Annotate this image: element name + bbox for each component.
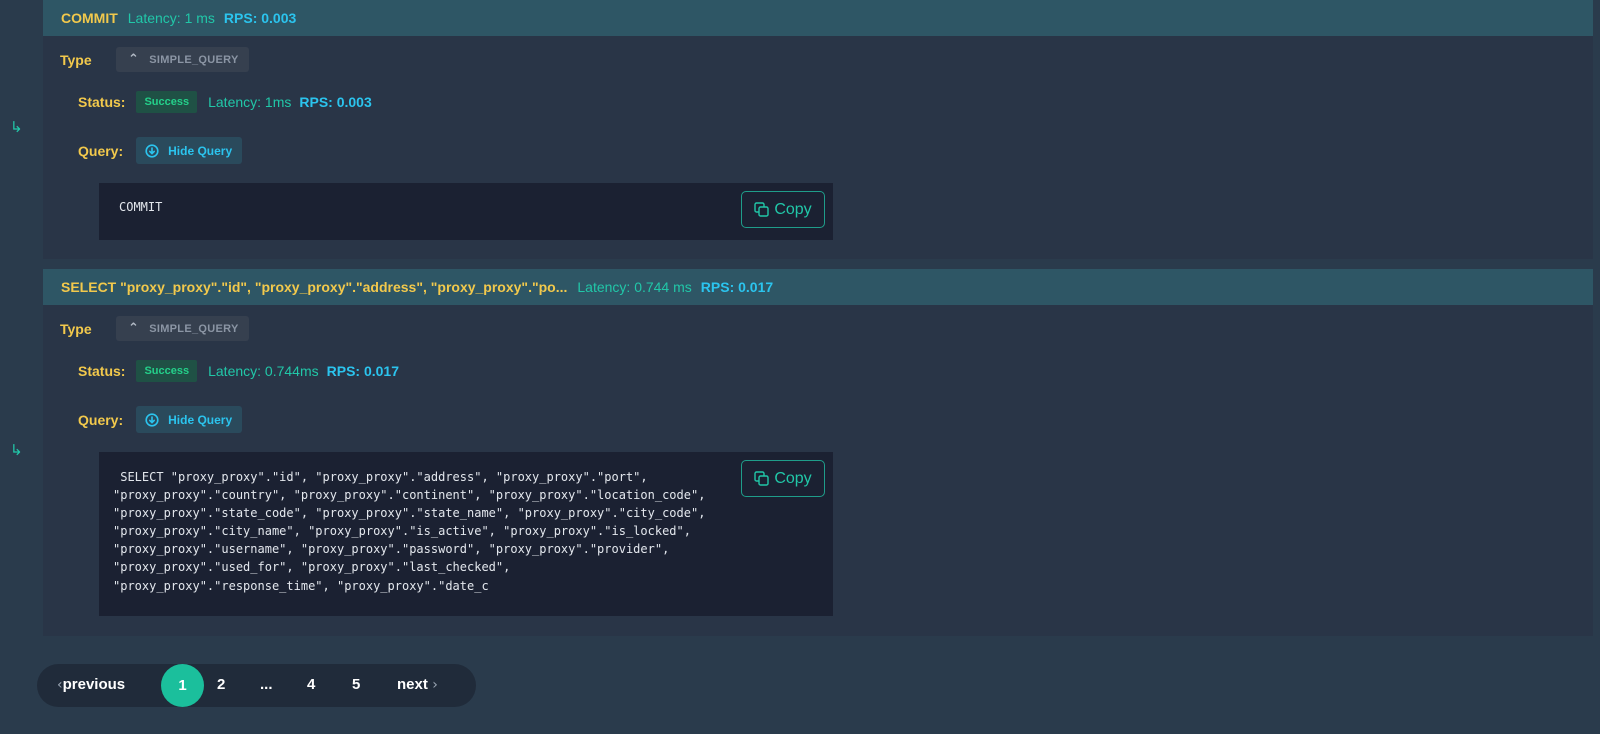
status-latency: Latency: 1ms (208, 94, 292, 110)
page-button[interactable]: 4 (307, 676, 315, 693)
copy-label: Copy (774, 469, 812, 487)
hide-query-label: Hide Query (168, 412, 233, 427)
entry-header[interactable]: COMMIT Latency: 1 ms RPS: 0.003 (43, 0, 1593, 36)
page-ellipsis: ... (260, 676, 273, 693)
status-badge: Success (136, 360, 198, 382)
previous-page-button[interactable]: ‹previous (57, 676, 125, 693)
type-toggle[interactable]: ⌃ SIMPLE_QUERY (116, 316, 249, 341)
copy-button[interactable]: Copy (741, 460, 825, 497)
chevron-right-icon: › (427, 677, 438, 693)
hide-query-label: Hide Query (168, 143, 233, 158)
status-label: Status: (78, 94, 126, 110)
copy-icon (754, 202, 770, 217)
type-label: Type (60, 51, 92, 68)
query-label: Query: (78, 411, 124, 428)
type-label: Type (60, 320, 92, 337)
copy-button[interactable]: Copy (741, 191, 825, 228)
pagination: ‹previous 1 2 ... 4 5 next › (37, 664, 476, 707)
hide-query-button[interactable]: Hide Query (136, 406, 243, 433)
return-arrow-icon: ↳ (10, 118, 23, 136)
query-entry: SELECT "proxy_proxy"."id", "proxy_proxy"… (43, 269, 1593, 636)
next-page-button[interactable]: next › (397, 676, 438, 693)
page-button[interactable]: 2 (217, 676, 225, 693)
return-arrow-icon: ↳ (10, 441, 23, 459)
chevron-up-icon: ⌃ (128, 321, 140, 336)
entry-rps: RPS: 0.017 (700, 279, 774, 295)
type-toggle[interactable]: ⌃ SIMPLE_QUERY (116, 47, 249, 72)
query-code-block: SELECT "proxy_proxy"."id", "proxy_proxy"… (99, 452, 833, 616)
query-label: Query: (78, 142, 124, 159)
previous-label: previous (62, 676, 126, 693)
query-code: SELECT "proxy_proxy"."id", "proxy_proxy"… (113, 470, 706, 593)
entry-latency: Latency: 0.744 ms (577, 279, 692, 295)
status-rps: RPS: 0.003 (299, 94, 372, 110)
query-entry: COMMIT Latency: 1 ms RPS: 0.003 Type ⌃ S… (43, 0, 1593, 259)
entry-header[interactable]: SELECT "proxy_proxy"."id", "proxy_proxy"… (43, 269, 1593, 305)
page-button-current[interactable]: 1 (161, 664, 204, 707)
status-latency: Latency: 0.744ms (208, 363, 319, 379)
query-code: COMMIT (119, 200, 163, 214)
status-rps: RPS: 0.017 (326, 363, 399, 379)
query-code-block: COMMIT Copy (99, 183, 833, 240)
entry-rps: RPS: 0.003 (223, 10, 297, 26)
entry-latency: Latency: 1 ms (127, 10, 215, 26)
type-value: SIMPLE_QUERY (149, 322, 239, 335)
chevron-up-icon: ⌃ (128, 52, 140, 67)
copy-icon (754, 471, 770, 486)
entry-query-title: COMMIT (61, 10, 118, 26)
entry-query-title: SELECT "proxy_proxy"."id", "proxy_proxy"… (61, 279, 568, 295)
status-badge: Success (136, 91, 198, 113)
next-label: next (397, 676, 428, 693)
status-label: Status: (78, 363, 126, 379)
circle-arrow-icon (145, 412, 159, 427)
circle-arrow-icon (145, 143, 159, 158)
page-button[interactable]: 5 (352, 676, 360, 693)
hide-query-button[interactable]: Hide Query (136, 137, 243, 164)
type-value: SIMPLE_QUERY (149, 53, 239, 66)
copy-label: Copy (774, 200, 812, 218)
